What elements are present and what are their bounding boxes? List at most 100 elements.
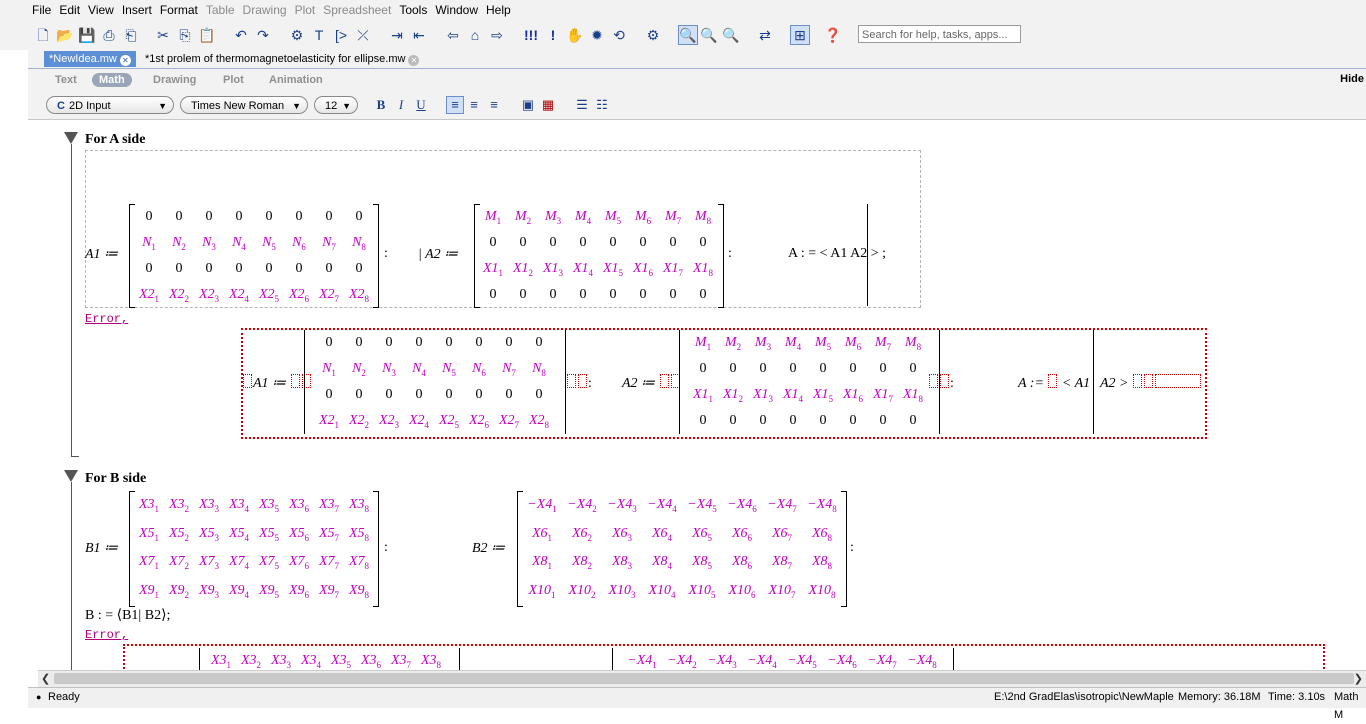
horizontal-scrollbar[interactable]: ❮ ❯ bbox=[38, 670, 1366, 687]
back-arrow-icon[interactable]: ⇦ bbox=[444, 26, 462, 44]
insert-math-icon[interactable]: ⚙ bbox=[288, 26, 306, 44]
align-right-icon[interactable]: ≡ bbox=[486, 97, 502, 113]
menu-spreadsheet[interactable]: Spreadsheet bbox=[319, 0, 395, 17]
align-center-icon[interactable]: ≡ bbox=[466, 97, 482, 113]
remove-output-icon[interactable]: ⤫ bbox=[354, 26, 372, 44]
new-document-icon[interactable]: 🗋 bbox=[34, 26, 52, 44]
paste-icon[interactable]: 📋 bbox=[198, 26, 216, 44]
matrix-cell: −X47 bbox=[767, 497, 797, 514]
mode-tab-animation[interactable]: Animation bbox=[262, 73, 330, 87]
a-expression: A : = < A1 A2 > ; bbox=[788, 246, 886, 261]
worksheet[interactable]: For A side A1 ≔ 0 0 0 0 0 0 0 0 N1 N2 N3 N4 N5 N6 N7 N8… bbox=[28, 120, 1366, 670]
print-preview-icon[interactable]: ⎗ bbox=[122, 26, 140, 44]
menu-view[interactable]: View bbox=[84, 0, 118, 17]
math-c-icon: C bbox=[57, 100, 65, 112]
matrix-cell: X22 bbox=[348, 413, 370, 430]
collapse-triangle-icon[interactable] bbox=[64, 470, 78, 482]
execute-icon[interactable]: ! bbox=[544, 26, 562, 44]
matrix-cell: M2 bbox=[514, 209, 532, 226]
mode-tab-plot[interactable]: Plot bbox=[216, 73, 251, 87]
mode-tab-math[interactable]: Math bbox=[92, 73, 132, 87]
settings-gear-icon[interactable]: ⚙ bbox=[644, 26, 662, 44]
matrix-cell: X16 bbox=[632, 261, 654, 278]
placeholder-icon bbox=[940, 374, 949, 388]
indent-icon[interactable]: ⇥ bbox=[388, 26, 406, 44]
zoom-100-icon[interactable]: 🔍 bbox=[678, 25, 698, 45]
text-color-icon[interactable]: ▦ bbox=[540, 97, 556, 113]
search-input[interactable]: Search for help, tasks, apps... bbox=[858, 25, 1021, 43]
highlight-icon[interactable]: ▣ bbox=[520, 97, 536, 113]
zoom-200-icon[interactable]: 🔍 bbox=[722, 26, 740, 44]
help-icon[interactable]: ❓ bbox=[824, 26, 842, 44]
error-a-rest: < A1 bbox=[1061, 376, 1091, 391]
matrix-cell: N3 bbox=[382, 361, 396, 378]
bold-icon[interactable]: B bbox=[373, 97, 389, 113]
hide-button[interactable]: Hide bbox=[1340, 73, 1364, 85]
collapse-triangle-icon[interactable] bbox=[64, 132, 78, 144]
restart-icon[interactable]: ⟲ bbox=[610, 26, 628, 44]
cut-icon[interactable]: ✂ bbox=[154, 26, 172, 44]
matrix-cell: −X48 bbox=[907, 653, 937, 670]
menu-tools[interactable]: Tools bbox=[395, 0, 431, 17]
menu-drawing[interactable]: Drawing bbox=[239, 0, 291, 17]
text-mode-icon[interactable]: T bbox=[310, 26, 328, 44]
menu-plot[interactable]: Plot bbox=[291, 0, 320, 17]
stop-icon[interactable]: ✋ bbox=[566, 26, 584, 44]
toggle-icon[interactable]: ⇄ bbox=[756, 26, 774, 44]
outdent-icon[interactable]: ⇤ bbox=[410, 26, 428, 44]
close-tab-icon[interactable]: ✕ bbox=[119, 55, 131, 66]
close-tab-icon[interactable]: ✕ bbox=[408, 55, 420, 66]
forward-arrow-icon[interactable]: ⇨ bbox=[488, 26, 506, 44]
undo-icon[interactable]: ↶ bbox=[232, 26, 250, 44]
matrix-cell: X76 bbox=[288, 554, 310, 571]
zoom-150-icon[interactable]: 🔍 bbox=[700, 26, 718, 44]
bullet-list-icon[interactable]: ☰ bbox=[574, 97, 590, 113]
matrix-cell: X11 bbox=[482, 261, 504, 278]
align-left-icon[interactable]: ≡ bbox=[446, 96, 464, 114]
document-tab[interactable]: *NewIdea.mw ✕ bbox=[44, 51, 136, 67]
menu-edit[interactable]: Edit bbox=[55, 0, 84, 17]
matrix-cell: N1 bbox=[142, 235, 156, 252]
document-tab[interactable]: *1st prolem of thermomagnetoelasticity f… bbox=[140, 51, 425, 67]
menu-insert[interactable]: Insert bbox=[118, 0, 156, 17]
palette-icon[interactable]: ⊞ bbox=[790, 25, 810, 45]
italic-icon[interactable]: I bbox=[393, 97, 409, 113]
numbered-list-icon[interactable]: ☷ bbox=[594, 97, 610, 113]
matrix-cell: N3 bbox=[202, 235, 216, 252]
error-link[interactable]: Error, bbox=[85, 312, 128, 326]
matrix-cell: 0 bbox=[505, 387, 513, 402]
matrix-cell: X65 bbox=[691, 525, 713, 543]
mode-tab-text[interactable]: Text bbox=[48, 73, 84, 87]
matrix-cell: M5 bbox=[814, 335, 832, 352]
menu-help[interactable]: Help bbox=[482, 0, 515, 17]
matrix-cell: X85 bbox=[691, 554, 713, 571]
document-tabs: *NewIdea.mw ✕ *1st prolem of thermomagneto… bbox=[28, 50, 1366, 69]
matrix-separator bbox=[679, 330, 680, 434]
matrix-cell: 0 bbox=[265, 261, 273, 276]
menu-file[interactable]: File bbox=[0, 0, 55, 17]
copy-icon[interactable]: ⎘ bbox=[176, 26, 194, 44]
scrollbar-thumb[interactable] bbox=[54, 673, 1354, 684]
scroll-right-icon[interactable]: ❯ bbox=[1354, 672, 1363, 685]
home-icon[interactable]: ⌂ bbox=[466, 26, 484, 44]
matrix-cell: 0 bbox=[699, 361, 707, 376]
mode-tab-drawing[interactable]: Drawing bbox=[146, 73, 203, 87]
menu-window[interactable]: Window bbox=[431, 0, 482, 17]
redo-icon[interactable]: ↷ bbox=[254, 26, 272, 44]
execute-all-icon[interactable]: !!! bbox=[522, 26, 540, 44]
menu-table[interactable]: Table bbox=[202, 0, 239, 17]
print-icon[interactable]: ⎙ bbox=[100, 26, 118, 44]
menu-format[interactable]: Format bbox=[156, 0, 202, 17]
open-folder-icon[interactable]: 📂 bbox=[56, 26, 74, 44]
font-size-select[interactable]: 12 ▼ bbox=[314, 96, 358, 114]
underline-icon[interactable]: U bbox=[413, 97, 429, 113]
font-select[interactable]: Times New Roman ▼ bbox=[180, 96, 308, 114]
matrix-cell: X107 bbox=[768, 582, 796, 600]
input-mode-select[interactable]: C 2D Input ▼ bbox=[46, 96, 174, 114]
error-link[interactable]: Error, bbox=[85, 628, 128, 642]
scroll-left-icon[interactable]: ❮ bbox=[41, 672, 50, 685]
error-a2-label: A2 ≔ bbox=[622, 374, 681, 392]
save-icon[interactable]: 💾 bbox=[78, 26, 96, 44]
debug-icon[interactable]: ✹ bbox=[588, 26, 606, 44]
execution-group-icon[interactable]: [> bbox=[332, 26, 350, 44]
